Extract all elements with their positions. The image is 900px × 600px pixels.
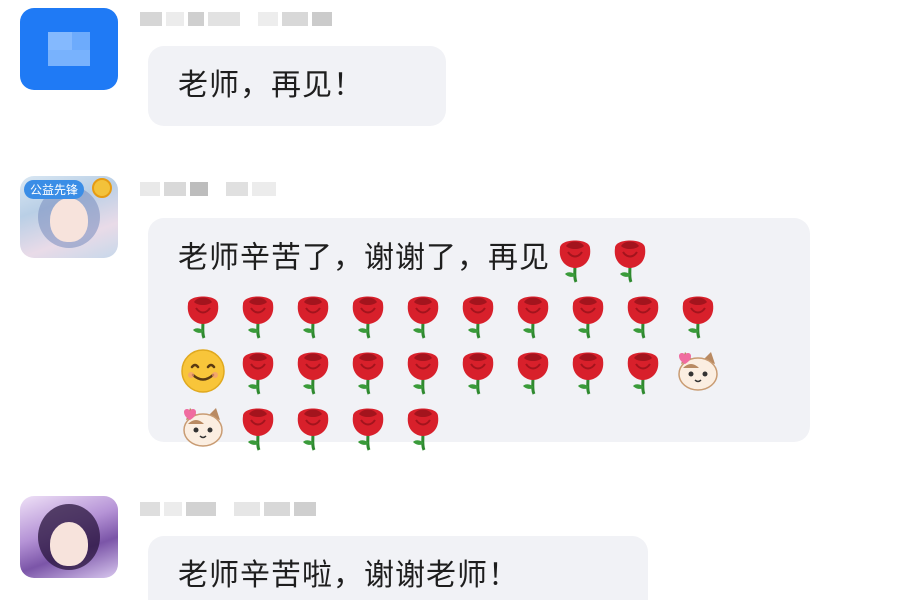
message-text: 老师，再见！ bbox=[178, 68, 364, 103]
avatar[interactable] bbox=[20, 8, 118, 90]
message-line-1: 老师辛苦了，谢谢了，再见 bbox=[178, 230, 780, 286]
message-line-3 bbox=[178, 342, 780, 398]
message-bubble[interactable]: 老师，再见！ bbox=[148, 46, 446, 126]
cat-icon bbox=[178, 402, 228, 452]
message-text: 老师辛苦啦，谢谢老师！ bbox=[178, 558, 519, 593]
smile-icon bbox=[178, 346, 228, 396]
rose-icon bbox=[288, 290, 338, 340]
rose-icon bbox=[288, 402, 338, 452]
rose-icon bbox=[398, 346, 448, 396]
rose-icon bbox=[233, 346, 283, 396]
rose-icon bbox=[508, 290, 558, 340]
rose-icon bbox=[343, 346, 393, 396]
rose-icon bbox=[178, 290, 228, 340]
rose-icon bbox=[343, 290, 393, 340]
rose-icon bbox=[398, 402, 448, 452]
message-line-2 bbox=[178, 286, 780, 342]
message-line-4 bbox=[178, 398, 780, 454]
avatar[interactable]: 公益先锋 bbox=[20, 176, 118, 258]
rose-icon bbox=[605, 234, 655, 284]
chat-window: 老师，再见！ 公益先锋 老师辛苦了，谢谢了，再见 老师辛苦啦，谢谢老师！ bbox=[0, 0, 900, 600]
sender-name-blurred bbox=[140, 12, 336, 32]
avatar-badge: 公益先锋 bbox=[24, 180, 85, 199]
rose-icon bbox=[618, 346, 668, 396]
rose-icon bbox=[398, 290, 448, 340]
rose-icon bbox=[618, 290, 668, 340]
message-bubble[interactable]: 老师辛苦啦，谢谢老师！ bbox=[148, 536, 648, 600]
rose-icon bbox=[563, 290, 613, 340]
message-bubble[interactable]: 老师辛苦了，谢谢了，再见 bbox=[148, 218, 810, 451]
rose-icon bbox=[233, 290, 283, 340]
rose-icon bbox=[453, 346, 503, 396]
rose-icon bbox=[233, 402, 283, 452]
avatar[interactable] bbox=[20, 496, 118, 578]
message-text: 老师辛苦了，谢谢了，再见 bbox=[178, 240, 550, 276]
rose-icon bbox=[453, 290, 503, 340]
rose-icon bbox=[343, 402, 393, 452]
rose-icon bbox=[550, 234, 600, 284]
rose-icon bbox=[673, 290, 723, 340]
sender-name-blurred bbox=[140, 502, 320, 522]
medal-icon bbox=[92, 178, 112, 198]
cat-icon bbox=[673, 346, 723, 396]
rose-icon bbox=[563, 346, 613, 396]
rose-icon bbox=[288, 346, 338, 396]
rose-icon bbox=[508, 346, 558, 396]
sender-name-blurred bbox=[140, 182, 280, 202]
